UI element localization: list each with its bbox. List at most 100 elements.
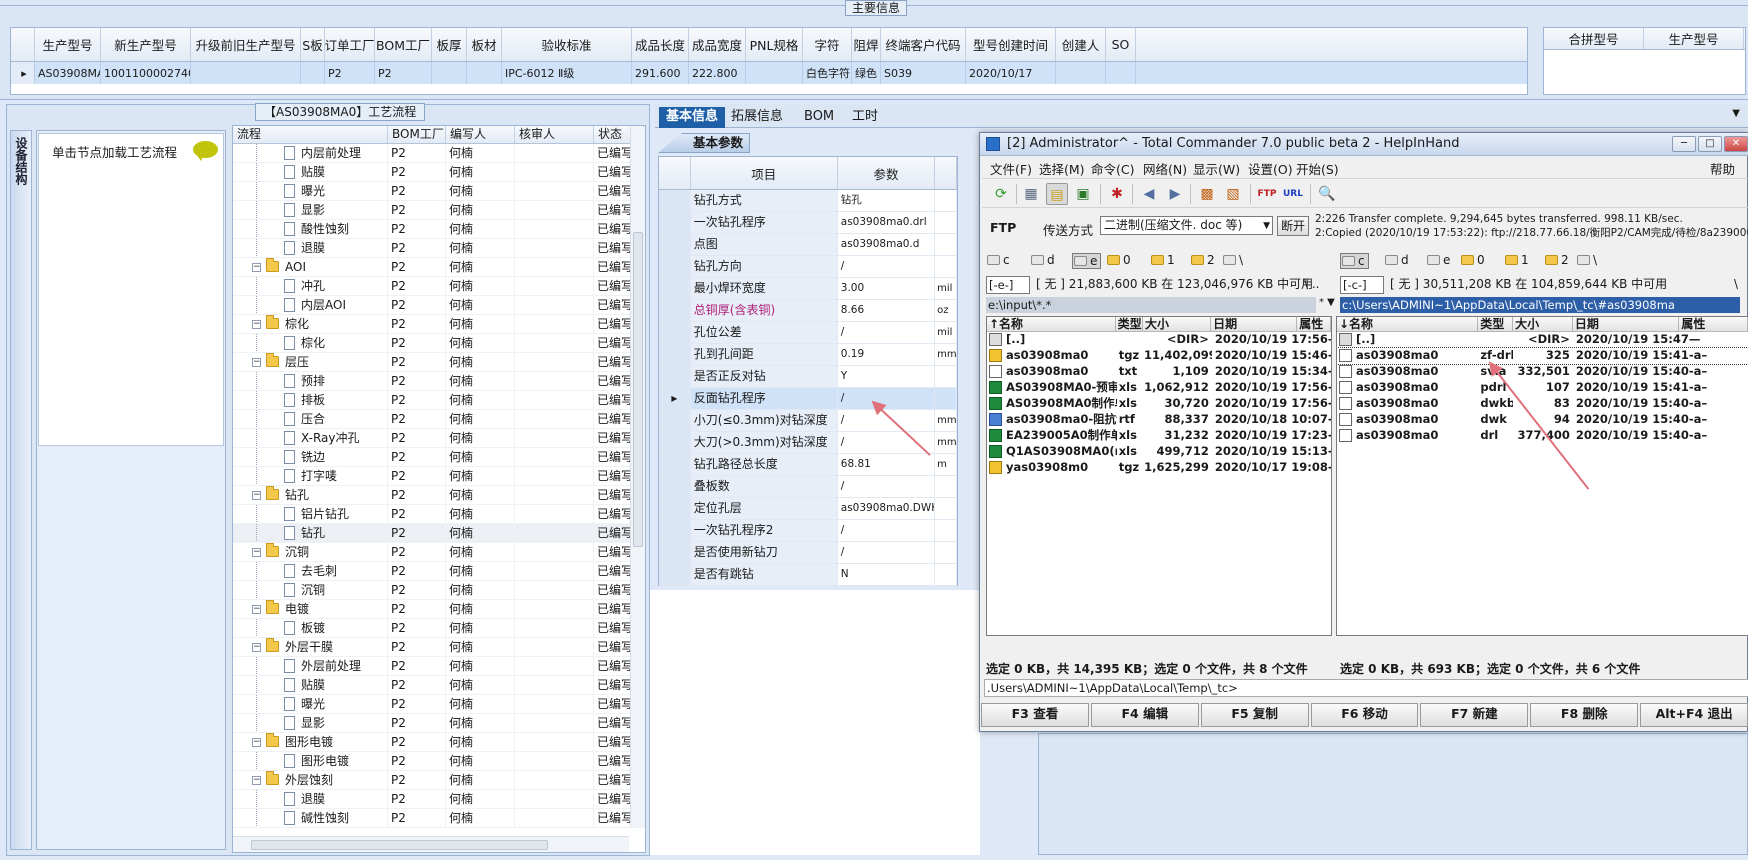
- row-indicator[interactable]: [659, 542, 691, 563]
- row-indicator[interactable]: [659, 300, 691, 321]
- refresh-icon[interactable]: ⟳: [990, 183, 1012, 205]
- tree-node[interactable]: − 外层蚀刻: [233, 771, 388, 789]
- grid-cell[interactable]: [191, 62, 301, 84]
- param-row[interactable]: 钻孔路径总长度 68.81 m: [659, 454, 957, 476]
- param-row[interactable]: 孔到孔间距 0.19 mm: [659, 344, 957, 366]
- basic-params-grid[interactable]: 项目 参数 钻孔方式 钻孔 一次钻孔程序 as03908ma0.drl 点图 as03908…: [658, 156, 958, 586]
- tab-dropdown-icon[interactable]: ▼: [1732, 108, 1740, 119]
- merged-model-grid[interactable]: 合拼型号 生产型号: [1543, 27, 1746, 95]
- drive-button[interactable]: \: [1576, 253, 1597, 269]
- file-row[interactable]: [..] <DIR> 2020/10/19 15:47—: [1337, 332, 1748, 348]
- drive-button[interactable]: 2: [1544, 253, 1569, 269]
- tree-node[interactable]: − 电镀: [233, 600, 388, 618]
- tree-node[interactable]: 冲孔: [233, 277, 388, 295]
- row-indicator[interactable]: [659, 498, 691, 519]
- column-header[interactable]: 终端客户代码: [881, 28, 966, 61]
- drive-button[interactable]: e: [1072, 253, 1102, 269]
- fkey-button[interactable]: F7 新建: [1420, 703, 1529, 727]
- column-header[interactable]: 日期: [1573, 317, 1680, 331]
- unpack-icon[interactable]: ▧: [1222, 183, 1244, 205]
- param-value[interactable]: /: [838, 322, 936, 343]
- tree-node[interactable]: 铝片钻孔: [233, 505, 388, 523]
- param-value[interactable]: as03908ma0.drl: [838, 212, 936, 233]
- tree-node[interactable]: 内层AOI: [233, 296, 388, 314]
- column-header[interactable]: 生产型号: [35, 28, 101, 61]
- tree-node[interactable]: 图形电镀: [233, 752, 388, 770]
- tree-node[interactable]: 铣边: [233, 448, 388, 466]
- tree-node[interactable]: X-Ray冲孔: [233, 429, 388, 447]
- column-header[interactable]: 日期: [1211, 317, 1298, 331]
- column-header[interactable]: 流程: [233, 126, 388, 143]
- tree-node[interactable]: − 沉铜: [233, 543, 388, 561]
- file-row[interactable]: as03908ma0dwkby832020/10/19 15:40-a–: [1337, 396, 1748, 412]
- select-icon[interactable]: ✱: [1106, 183, 1128, 205]
- param-value[interactable]: 3.00: [838, 278, 936, 299]
- root-button[interactable]: \: [1734, 275, 1738, 293]
- tree-row[interactable]: − 外层干膜 P2 何楠 已编写: [233, 638, 645, 657]
- grid-cell[interactable]: [1106, 62, 1136, 84]
- disconnect-button[interactable]: 断开: [1277, 216, 1309, 236]
- column-header[interactable]: 生产型号: [1644, 28, 1744, 49]
- tree-row[interactable]: 贴膜 P2 何楠 已编写: [233, 163, 645, 182]
- param-value[interactable]: N: [838, 564, 936, 585]
- param-row[interactable]: 点图 as03908ma0.d: [659, 234, 957, 256]
- history-icon[interactable]: * ▼: [1319, 297, 1335, 308]
- tree-row[interactable]: − 外层蚀刻 P2 何楠 已编写: [233, 771, 645, 790]
- column-header[interactable]: 合拼型号: [1544, 28, 1644, 49]
- tree-node[interactable]: − 钻孔: [233, 486, 388, 504]
- grid-cell[interactable]: IPC-6012 Ⅱ级: [502, 62, 632, 84]
- param-value[interactable]: 68.81: [838, 454, 936, 475]
- param-row[interactable]: 总铜厚(含表铜) 8.66 oz: [659, 300, 957, 322]
- param-value[interactable]: as03908ma0.DWK: [838, 498, 936, 519]
- pack-icon[interactable]: ▩: [1196, 183, 1218, 205]
- column-header[interactable]: 核审人: [515, 126, 594, 143]
- find-icon[interactable]: 🔍: [1316, 183, 1338, 205]
- expand-toggle-icon[interactable]: −: [252, 320, 261, 329]
- tree-row[interactable]: − 电镀 P2 何楠 已编写: [233, 600, 645, 619]
- grid-cell[interactable]: 2020/10/17: [966, 62, 1056, 84]
- column-header[interactable]: 板厚: [432, 28, 467, 61]
- close-button[interactable]: ✕: [1724, 136, 1748, 152]
- row-indicator[interactable]: ▸: [11, 62, 35, 84]
- grid-cell[interactable]: [432, 62, 467, 84]
- drive-button[interactable]: d: [1030, 253, 1055, 269]
- expand-toggle-icon[interactable]: −: [252, 605, 261, 614]
- tree-node[interactable]: 外层前处理: [233, 657, 388, 675]
- param-value[interactable]: /: [838, 520, 936, 541]
- tree-node[interactable]: − AOI: [233, 258, 388, 276]
- grid-cell[interactable]: AS03908MA0: [35, 62, 101, 84]
- tree-node[interactable]: 贴膜: [233, 163, 388, 181]
- menu-item[interactable]: 命令(C): [1091, 159, 1134, 178]
- column-header[interactable]: 参数: [838, 157, 936, 189]
- node-hint-box[interactable]: 单击节点加载工艺流程: [38, 133, 224, 446]
- column-header[interactable]: 新生产型号: [101, 28, 191, 61]
- file-row[interactable]: as03908ma0svia332,5012020/10/19 15:40-a–: [1337, 364, 1748, 380]
- param-row[interactable]: 一次钻孔程序 as03908ma0.drl: [659, 212, 957, 234]
- tree-row[interactable]: − 层压 P2 何楠 已编写: [233, 353, 645, 372]
- tree-row[interactable]: 打字唛 P2 何楠 已编写: [233, 467, 645, 486]
- forward-icon[interactable]: ▶: [1164, 183, 1186, 205]
- param-row[interactable]: 孔位公差 / mil: [659, 322, 957, 344]
- file-row[interactable]: as03908ma0 pdrl 107 2020/10/19 15:41-a–: [1337, 380, 1748, 396]
- menu-item[interactable]: 选择(M): [1039, 159, 1085, 178]
- param-row[interactable]: ▸ 反面钻孔程序 /: [659, 388, 957, 410]
- tree-row[interactable]: 显影 P2 何楠 已编写: [233, 201, 645, 220]
- file-row[interactable]: EA239005A0制作单xls 31,232 2020/10/19 17:23-a…: [987, 428, 1331, 444]
- tree-row[interactable]: 显影 P2 何楠 已编写: [233, 714, 645, 733]
- drive-button[interactable]: 2: [1190, 253, 1215, 269]
- tree-row[interactable]: 排板 P2 何楠 已编写: [233, 391, 645, 410]
- tree-node[interactable]: 去毛刺: [233, 562, 388, 580]
- tree-node[interactable]: − 棕化: [233, 315, 388, 333]
- menu-item[interactable]: 帮助: [1710, 159, 1735, 178]
- tree-row[interactable]: − 棕化 P2 何楠 已编写: [233, 315, 645, 334]
- expand-toggle-icon[interactable]: −: [252, 358, 261, 367]
- grid-cell[interactable]: 10011000027400: [101, 62, 191, 84]
- tree-node[interactable]: 碱性蚀刻: [233, 809, 388, 827]
- param-value[interactable]: /: [837, 388, 936, 409]
- param-value[interactable]: Y: [838, 366, 936, 387]
- column-header[interactable]: 成品长度: [632, 28, 689, 61]
- process-tree-grid[interactable]: 流程 BOM工厂 编写人 核审人 状态 内层前处理 P2 何楠 已编写 贴膜 P2 何楠 已编写 曝光 P…: [232, 125, 646, 853]
- tree-node[interactable]: 棕化: [233, 334, 388, 352]
- tree-row[interactable]: 退膜 P2 何楠 已编写: [233, 790, 645, 809]
- grid-cell[interactable]: [301, 62, 325, 84]
